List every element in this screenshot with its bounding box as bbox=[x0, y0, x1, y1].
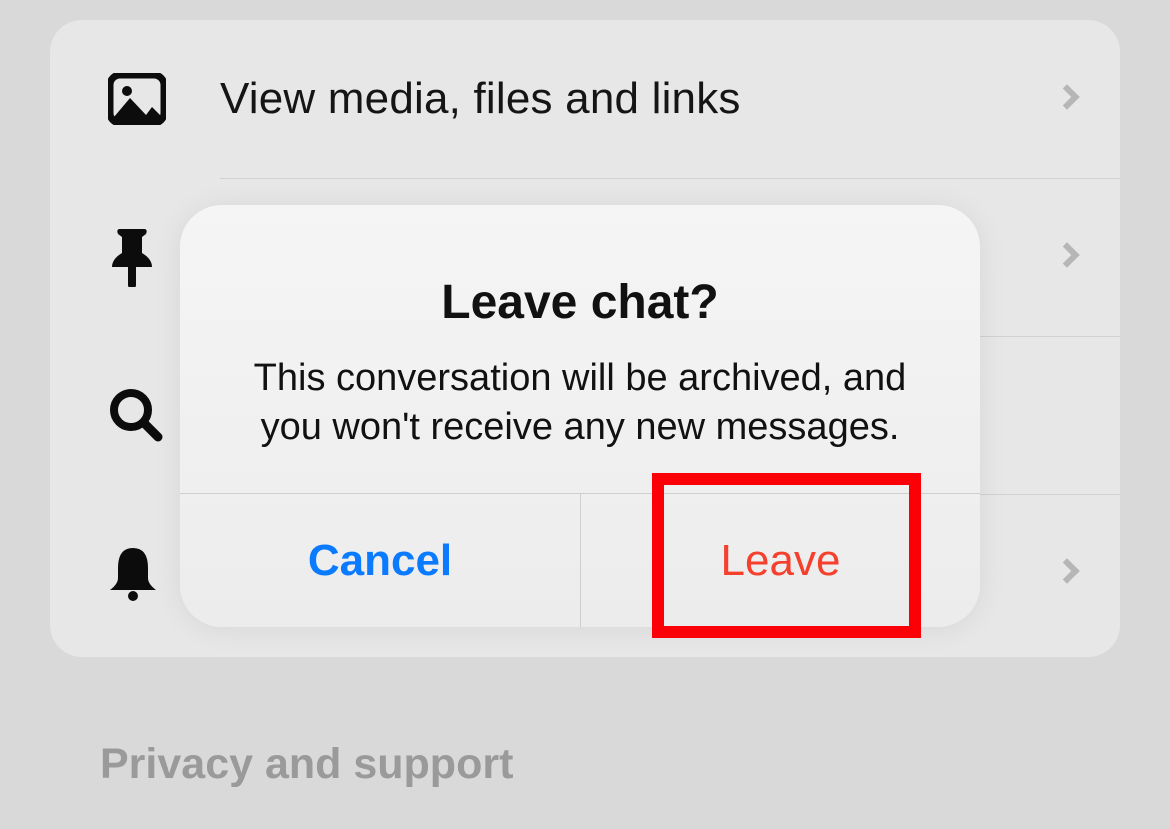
chevron-right-icon bbox=[1058, 246, 1076, 269]
dialog-body: Leave chat? This conversation will be ar… bbox=[180, 205, 980, 493]
section-title-privacy-support: Privacy and support bbox=[100, 740, 513, 789]
menu-item-view-media[interactable]: View media, files and links bbox=[50, 20, 1120, 178]
cancel-button[interactable]: Cancel bbox=[180, 494, 580, 627]
chevron-right-icon bbox=[1058, 562, 1076, 585]
image-icon bbox=[108, 73, 220, 125]
dialog-title: Leave chat? bbox=[220, 275, 940, 330]
leave-button[interactable]: Leave bbox=[580, 494, 980, 627]
dialog-message: This conversation will be archived, and … bbox=[220, 354, 940, 453]
menu-item-label: View media, files and links bbox=[220, 74, 1058, 124]
leave-chat-dialog: Leave chat? This conversation will be ar… bbox=[180, 205, 980, 627]
chevron-right-icon bbox=[1058, 88, 1076, 111]
dialog-button-row: Cancel Leave bbox=[180, 493, 980, 627]
